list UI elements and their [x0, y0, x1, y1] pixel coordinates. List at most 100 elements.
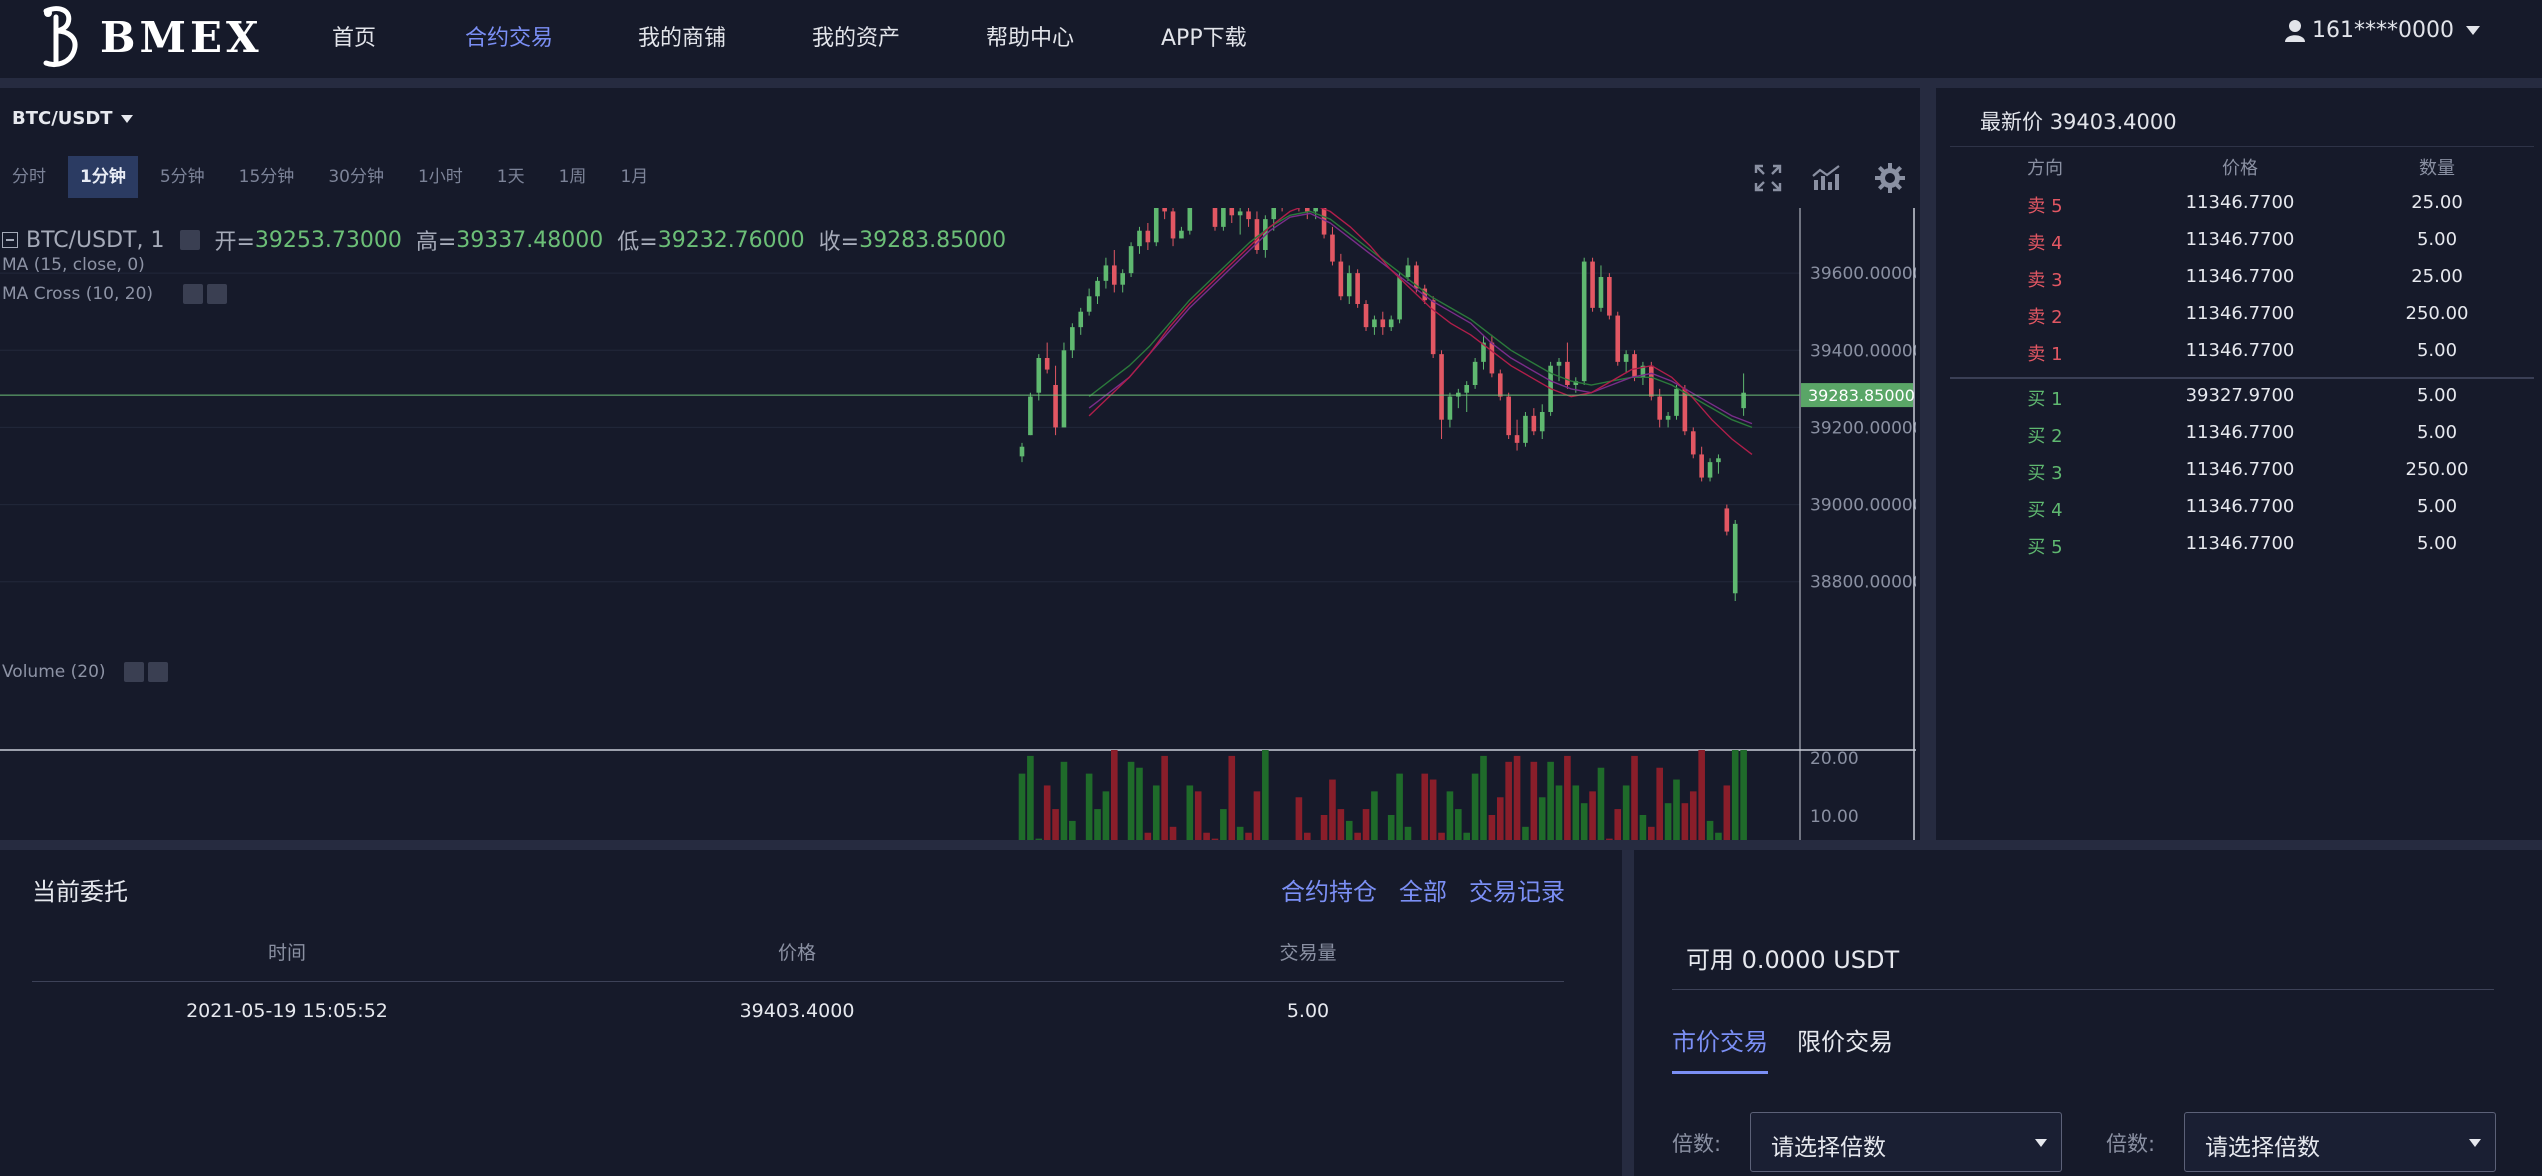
price: 11346.7700 [2185, 496, 2295, 517]
candle-body [1607, 277, 1612, 316]
divider [1672, 989, 2494, 990]
settings-icon[interactable] [1874, 162, 1906, 194]
chevron-down-icon [2035, 1139, 2047, 1147]
volume-bar [1320, 815, 1328, 880]
candle-body [1019, 446, 1025, 457]
interval-tabs: 分时 1分钟 5分钟 15分钟 30分钟 1小时 1天 1周 1月 [0, 156, 670, 198]
sell-row[interactable]: 卖 1 11346.7700 5.00 [1950, 340, 2534, 366]
interval-tab[interactable]: 1月 [608, 156, 660, 198]
low-label: 低= [617, 230, 658, 255]
buy-row[interactable]: 买 2 11346.7700 5.00 [1950, 422, 2534, 448]
logo[interactable]: BMEX [38, 2, 263, 72]
interval-tab[interactable]: 5分钟 [148, 156, 217, 198]
candle-body [1397, 277, 1402, 320]
link-trade-history[interactable]: 交易记录 [1469, 872, 1565, 907]
candle-body [1649, 365, 1654, 397]
price-tick-label: 38800.00000 [1810, 573, 1916, 593]
close-icon[interactable] [147, 662, 168, 682]
open-label: 开= [214, 230, 255, 255]
multiplier-select[interactable]: 请选择倍数 [2184, 1112, 2496, 1172]
buy-row[interactable]: 买 5 11346.7700 5.00 [1950, 533, 2534, 559]
trade-panel: 可用 0.0000 USDT 市价交易 限价交易 倍数: 请选择倍数 倍数: 请… [1634, 850, 2542, 1176]
latest-price: 最新价 39403.4000 [1980, 106, 2177, 136]
tab-limit-order[interactable]: 限价交易 [1797, 1022, 1893, 1071]
interval-tab[interactable]: 1小时 [406, 156, 475, 198]
volume-bar [1564, 755, 1571, 880]
candle-body [1565, 361, 1570, 385]
nav-my-shop[interactable]: 我的商铺 [638, 20, 726, 52]
interval-tab[interactable]: 15分钟 [227, 156, 307, 198]
top-navbar: BMEX 首页 合约交易 我的商铺 我的资产 帮助中心 APP下载 161***… [0, 0, 2542, 78]
candlestick-chart[interactable]: 40000.0000039800.0000039600.0000039400.0… [0, 110, 1924, 914]
settings-icon[interactable] [123, 662, 144, 682]
settings-icon[interactable] [183, 284, 204, 304]
candle-body [1523, 415, 1528, 443]
high-label: 高= [415, 230, 457, 255]
volume-bar [1220, 809, 1227, 880]
link-positions[interactable]: 合约持仓 [1281, 872, 1377, 907]
candle-body [1665, 415, 1671, 420]
tab-market-order[interactable]: 市价交易 [1672, 1022, 1768, 1074]
indicator-icon[interactable] [1810, 162, 1842, 194]
volume-bar [1421, 773, 1429, 880]
price: 11346.7700 [2185, 192, 2295, 213]
nav-app-download[interactable]: APP下载 [1161, 20, 1247, 52]
order-volume: 5.00 [1286, 1000, 1330, 1022]
pair-label: BTC/USDT [12, 108, 113, 129]
candle-body [1632, 354, 1637, 378]
volume-bar [1580, 803, 1588, 880]
volume-bar [1471, 773, 1479, 880]
side-label: 卖 5 [2027, 196, 2063, 217]
volume-bar [1496, 797, 1504, 880]
side-label: 卖 1 [2027, 344, 2063, 365]
volume-bar [1715, 832, 1722, 880]
sell-row[interactable]: 卖 3 11346.7700 25.00 [1950, 266, 2534, 292]
side-label: 卖 4 [2027, 233, 2063, 254]
volume-bar [1446, 791, 1454, 880]
volume-bar [1035, 838, 1043, 880]
volume-label: Volume (20) [2, 662, 106, 682]
multiplier-select[interactable]: 请选择倍数 [1750, 1112, 2062, 1172]
price-tick-label: 39600.00000 [1810, 264, 1916, 284]
interval-tab-active[interactable]: 1分钟 [68, 156, 138, 198]
nav-my-assets[interactable]: 我的资产 [812, 20, 900, 52]
volume-bar [1606, 838, 1613, 880]
volume-bar [1555, 785, 1563, 880]
price: 11346.7700 [2185, 303, 2295, 324]
link-all[interactable]: 全部 [1399, 872, 1447, 907]
volume-bar [1262, 750, 1269, 880]
book-header: 方向 价格 数量 [1950, 154, 2534, 180]
side-label: 买 5 [2027, 537, 2063, 558]
latest-price-label: 最新价 [1980, 110, 2043, 134]
quantity: 250.00 [2405, 459, 2469, 480]
buy-row[interactable]: 买 3 11346.7700 250.00 [1950, 459, 2534, 485]
column-header: 价格 [2222, 158, 2258, 179]
candle-body [1221, 196, 1226, 227]
user-menu[interactable]: 161****0000 [2284, 18, 2480, 43]
volume-bar [1085, 773, 1093, 880]
pair-selector[interactable]: BTC/USDT [12, 108, 133, 129]
chart-area[interactable]: 40000.0000039800.0000039600.0000039400.0… [0, 110, 1924, 914]
nav-help-center[interactable]: 帮助中心 [986, 20, 1074, 52]
settings-icon[interactable] [180, 230, 201, 250]
buy-row[interactable]: 买 1 39327.9700 5.00 [1950, 385, 2534, 411]
chevron-down-icon [2466, 26, 2480, 35]
volume-bar [1740, 750, 1747, 880]
nav-home[interactable]: 首页 [332, 20, 376, 52]
sell-row[interactable]: 卖 5 11346.7700 25.00 [1950, 192, 2534, 218]
interval-tab[interactable]: 1周 [547, 156, 599, 198]
interval-tab[interactable]: 1天 [485, 156, 537, 198]
volume-bar [1345, 820, 1353, 880]
collapse-icon[interactable] [2, 232, 18, 248]
interval-tab[interactable]: 分时 [0, 156, 58, 198]
sell-row[interactable]: 卖 2 11346.7700 250.00 [1950, 303, 2534, 329]
buy-row[interactable]: 买 4 11346.7700 5.00 [1950, 496, 2534, 522]
interval-tab[interactable]: 30分钟 [316, 156, 396, 198]
nav-contract-trading[interactable]: 合约交易 [465, 20, 553, 52]
table-row[interactable]: 2021-05-19 15:05:52 39403.4000 5.00 [32, 1000, 1564, 1022]
volume-bar [1152, 785, 1160, 880]
sell-row[interactable]: 卖 4 11346.7700 5.00 [1950, 229, 2534, 255]
price-tick-label: 39400.00000 [1810, 341, 1916, 361]
close-icon[interactable] [207, 284, 228, 304]
fullscreen-icon[interactable] [1752, 162, 1784, 194]
